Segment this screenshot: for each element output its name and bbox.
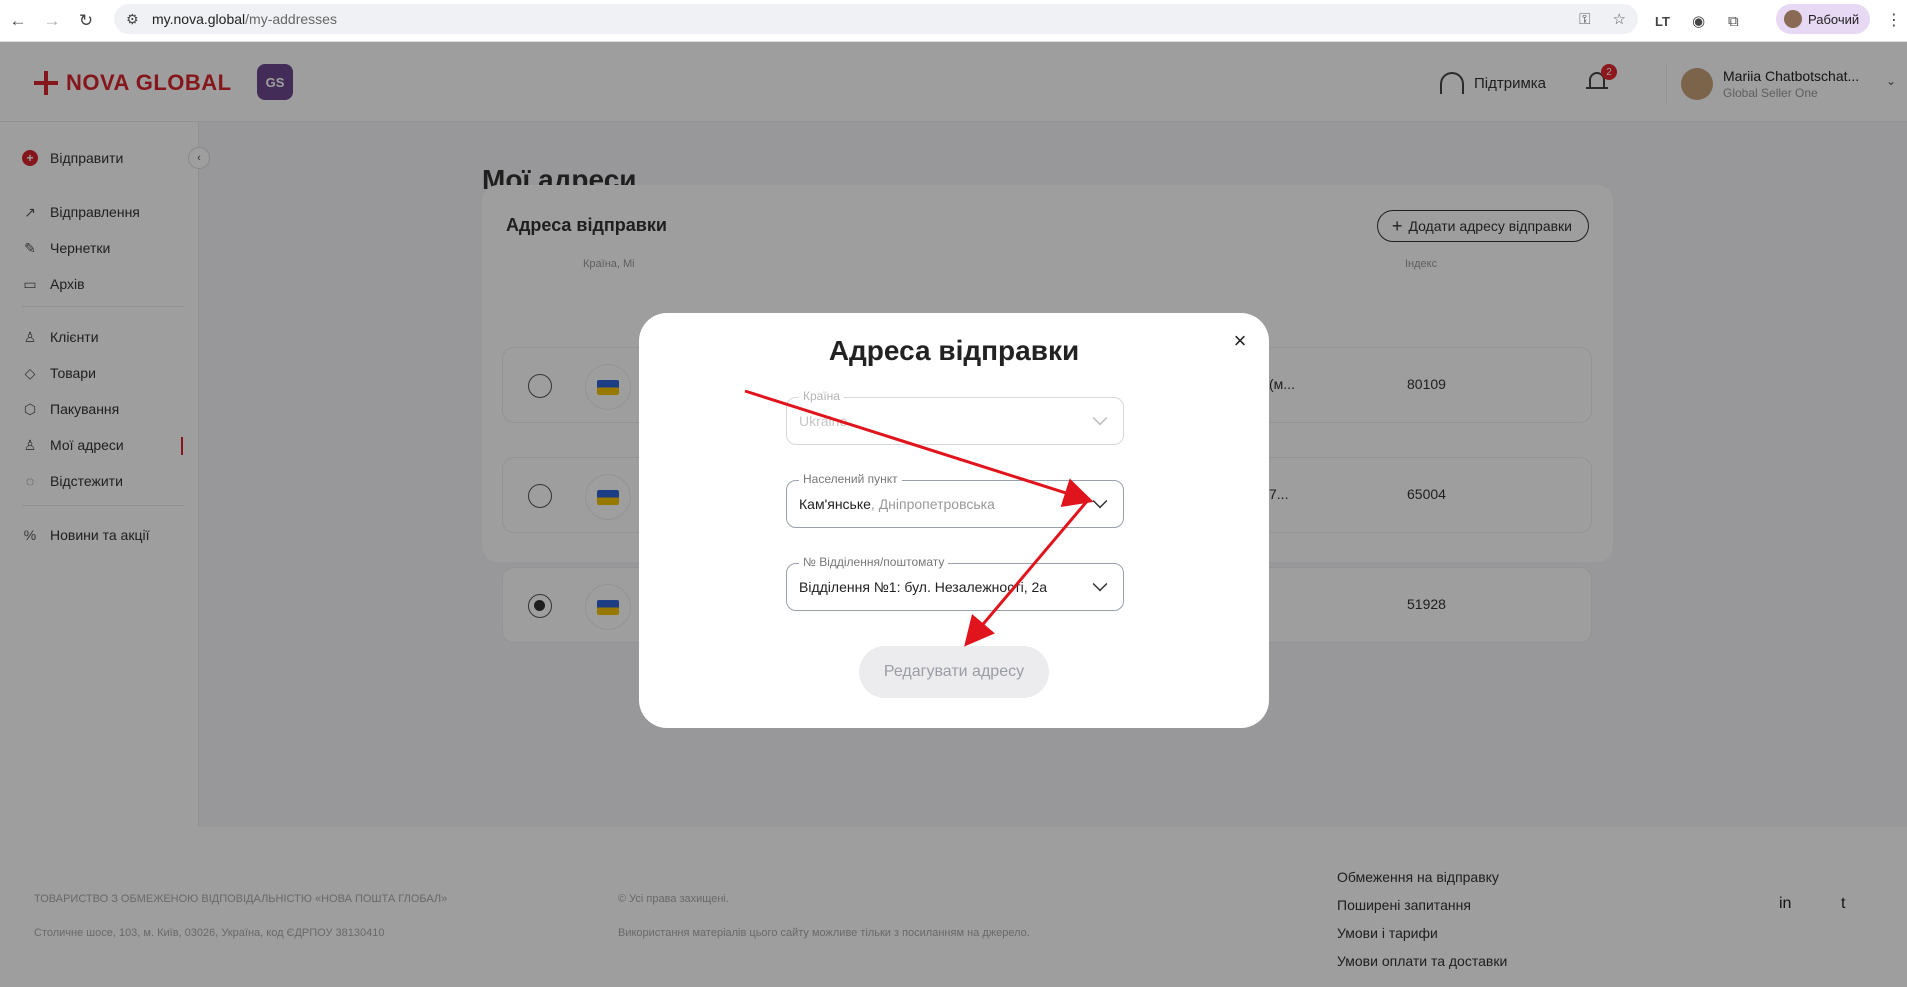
city-value: Кам'янське [799, 496, 871, 512]
chevron-down-icon[interactable] [1092, 493, 1108, 509]
browser-menu-icon[interactable]: ⋮ [1886, 10, 1902, 30]
password-key-icon[interactable]: ⚿ [1579, 11, 1590, 28]
languagetool-extension-icon[interactable]: LT [1655, 0, 1670, 42]
address-modal: Адреса відправки × Країна Ukraine Населе… [639, 313, 1269, 728]
edit-address-button[interactable]: Редагувати адресу [859, 646, 1049, 698]
back-icon[interactable]: ← [4, 7, 32, 35]
browser-profile-button[interactable]: Рабочий [1776, 4, 1870, 34]
country-select[interactable]: Країна Ukraine [786, 389, 1124, 445]
branch-value: Відділення №1: бул. Незалежності, 2а [799, 579, 1048, 595]
chevron-down-icon [1092, 410, 1108, 426]
profile-avatar [1784, 10, 1802, 28]
city-value-wrap: Кам'янське, Дніпропетровська [799, 496, 1079, 512]
camera-extension-icon[interactable]: ◉ [1692, 0, 1705, 42]
profile-label: Рабочий [1808, 11, 1860, 27]
address-bar[interactable]: ⚙ my.nova.global/my-addresses ⚿ ☆ [114, 4, 1638, 34]
country-value: Ukraine [799, 413, 848, 429]
city-label: Населений пункт [799, 472, 902, 486]
branch-select[interactable]: № Відділення/поштомату Відділення №1: бу… [786, 555, 1124, 611]
reload-icon[interactable]: ↻ [72, 7, 100, 35]
forward-icon[interactable]: → [38, 7, 66, 35]
site-settings-icon[interactable]: ⚙ [126, 11, 142, 27]
close-icon[interactable]: × [1230, 330, 1250, 352]
browser-toolbar: ← → ↻ ⚙ my.nova.global/my-addresses ⚿ ☆ … [0, 0, 1907, 42]
city-select[interactable]: Населений пункт Кам'янське, Дніпропетров… [786, 472, 1124, 528]
branch-label: № Відділення/поштомату [799, 555, 949, 569]
extensions-puzzle-icon[interactable]: ⧉ [1728, 0, 1739, 42]
url-path: /my-addresses [245, 11, 337, 27]
city-region: , Дніпропетровська [870, 496, 995, 512]
modal-title: Адреса відправки [828, 335, 1080, 366]
url-host: my.nova.global [152, 11, 246, 27]
bookmark-star-icon[interactable]: ☆ [1613, 10, 1626, 28]
chevron-down-icon [1092, 576, 1108, 592]
country-label: Країна [799, 389, 844, 403]
